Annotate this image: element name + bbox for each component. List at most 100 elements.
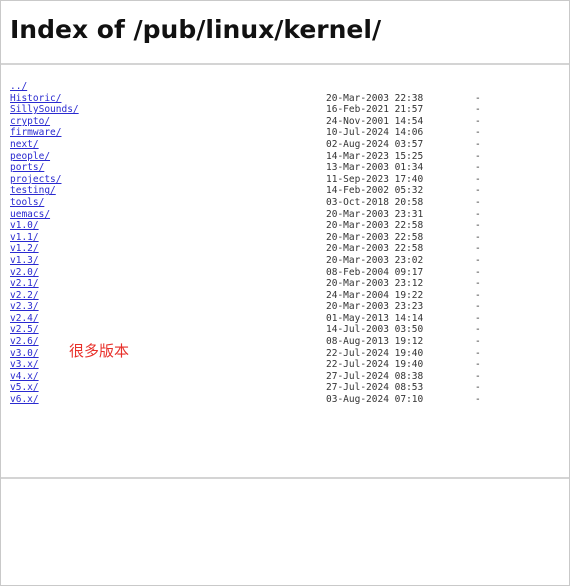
file-size: - <box>475 243 481 255</box>
modified-date: 27-Jul-2024 08:38 <box>326 370 424 382</box>
modified-date: 11-Sep-2023 17:40 <box>326 173 424 185</box>
red-annotation-label: 很多版本 <box>69 342 130 360</box>
file-size: - <box>475 347 481 359</box>
directory-link[interactable]: v2.0/ <box>10 267 39 279</box>
modified-date: 22-Jul-2024 19:40 <box>326 359 424 371</box>
modified-date: 20-Mar-2003 22:58 <box>326 243 424 255</box>
directory-link[interactable]: v6.x/ <box>10 394 39 406</box>
directory-link[interactable]: v2.5/ <box>10 324 39 336</box>
listing-row: v1.0/20-Mar-2003 22:58 - <box>10 220 569 232</box>
modified-date: 08-Aug-2013 19:12 <box>326 336 424 348</box>
modified-date: 10-Jul-2024 14:06 <box>326 127 424 139</box>
file-size: - <box>475 196 481 208</box>
directory-link[interactable]: SillySounds/ <box>10 104 79 116</box>
file-size: - <box>475 370 481 382</box>
directory-link[interactable]: uemacs/ <box>10 209 50 221</box>
directory-link[interactable]: firmware/ <box>10 127 61 139</box>
file-size: - <box>475 254 481 266</box>
directory-link[interactable]: projects/ <box>10 174 61 186</box>
directory-link[interactable]: v2.3/ <box>10 301 39 313</box>
file-size: - <box>475 127 481 139</box>
listing-row: firmware/10-Jul-2024 14:06 - <box>10 127 569 139</box>
directory-link[interactable]: people/ <box>10 151 50 163</box>
file-size: - <box>475 278 481 290</box>
directory-link[interactable]: v1.0/ <box>10 220 39 232</box>
file-size: - <box>475 104 481 116</box>
modified-date: 20-Mar-2003 22:58 <box>326 231 424 243</box>
directory-link[interactable]: v5.x/ <box>10 382 39 394</box>
file-size: - <box>475 208 481 220</box>
listing-row: ports/13-Mar-2003 01:34 - <box>10 162 569 174</box>
modified-date: 13-Mar-2003 01:34 <box>326 162 424 174</box>
modified-date: 14-Feb-2002 05:32 <box>326 185 424 197</box>
file-size: - <box>475 220 481 232</box>
modified-date: 20-Mar-2003 23:23 <box>326 301 424 313</box>
listing-row: v1.1/20-Mar-2003 22:58 - <box>10 232 569 244</box>
listing-row: next/02-Aug-2024 03:57 - <box>10 139 569 151</box>
directory-listing: ../Historic/20-Mar-2003 22:38- SillySound… <box>10 81 569 471</box>
listing-row: ../ <box>10 81 569 93</box>
listing-row: v1.3/20-Mar-2003 23:02 - <box>10 255 569 267</box>
listing-row: uemacs/20-Mar-2003 23:31 - <box>10 209 569 221</box>
directory-link[interactable]: next/ <box>10 139 39 151</box>
file-size: - <box>475 162 481 174</box>
directory-link[interactable]: Historic/ <box>10 93 61 105</box>
file-size: - <box>475 336 481 348</box>
bottom-divider <box>1 477 569 479</box>
modified-date: 20-Mar-2003 23:02 <box>326 254 424 266</box>
modified-date: 01-May-2013 14:14 <box>326 312 424 324</box>
file-size: - <box>475 173 481 185</box>
file-size: - <box>475 359 481 371</box>
directory-link[interactable]: v3.0/ <box>10 348 39 360</box>
modified-date: 20-Mar-2003 23:31 <box>326 208 424 220</box>
listing-row: v2.4/01-May-2013 14:14 - <box>10 313 569 325</box>
listing-row: v2.0/08-Feb-2004 09:17 - <box>10 267 569 279</box>
directory-link[interactable]: v1.3/ <box>10 255 39 267</box>
listing-row: SillySounds/16-Feb-2021 21:57 - <box>10 104 569 116</box>
directory-link[interactable]: v1.1/ <box>10 232 39 244</box>
listing-row: crypto/24-Nov-2001 14:54 - <box>10 116 569 128</box>
file-size: - <box>475 324 481 336</box>
listing-row: testing/14-Feb-2002 05:32 - <box>10 185 569 197</box>
listing-row: v2.5/14-Jul-2003 03:50 - <box>10 324 569 336</box>
file-size: - <box>475 312 481 324</box>
directory-link[interactable]: crypto/ <box>10 116 50 128</box>
directory-link[interactable]: v1.2/ <box>10 243 39 255</box>
file-size: - <box>475 301 481 313</box>
modified-date: 24-Nov-2001 14:54 <box>326 115 424 127</box>
modified-date: 14-Jul-2003 03:50 <box>326 324 424 336</box>
directory-link[interactable]: v2.1/ <box>10 278 39 290</box>
listing-row: v3.x/22-Jul-2024 19:40 - <box>10 359 569 371</box>
directory-link[interactable]: v2.2/ <box>10 290 39 302</box>
modified-date: 02-Aug-2024 03:57 <box>326 138 424 150</box>
modified-date: 24-Mar-2004 19:22 <box>326 289 424 301</box>
directory-link[interactable]: tools/ <box>10 197 44 209</box>
file-size: - <box>475 138 481 150</box>
directory-link[interactable]: ../ <box>10 81 27 93</box>
directory-link[interactable]: v2.4/ <box>10 313 39 325</box>
modified-date: 14-Mar-2023 15:25 <box>326 150 424 162</box>
modified-date: 03-Aug-2024 07:10 <box>326 394 424 406</box>
file-size: - <box>475 394 481 406</box>
listing-row: v6.x/03-Aug-2024 07:10 - <box>10 394 569 406</box>
top-divider <box>1 63 569 65</box>
directory-link[interactable]: testing/ <box>10 185 56 197</box>
modified-date: 20-Mar-2003 22:38 <box>326 92 424 104</box>
modified-date: 22-Jul-2024 19:40 <box>326 347 424 359</box>
file-size: - <box>475 289 481 301</box>
directory-link[interactable]: v4.x/ <box>10 371 39 383</box>
file-size: - <box>475 150 481 162</box>
file-size: - <box>475 266 481 278</box>
directory-link[interactable]: v3.x/ <box>10 359 39 371</box>
file-size: - <box>475 185 481 197</box>
listing-row: Historic/20-Mar-2003 22:38 - <box>10 93 569 105</box>
modified-date: 16-Feb-2021 21:57 <box>326 104 424 116</box>
directory-link[interactable]: ports/ <box>10 162 44 174</box>
modified-date: 20-Mar-2003 22:58 <box>326 220 424 232</box>
file-size: - <box>475 115 481 127</box>
listing-row: v2.1/20-Mar-2003 23:12 - <box>10 278 569 290</box>
directory-link[interactable]: v2.6/ <box>10 336 39 348</box>
page-title: Index of /pub/linux/kernel/ <box>10 15 382 44</box>
modified-date: 20-Mar-2003 23:12 <box>326 278 424 290</box>
file-size: - <box>475 382 481 394</box>
